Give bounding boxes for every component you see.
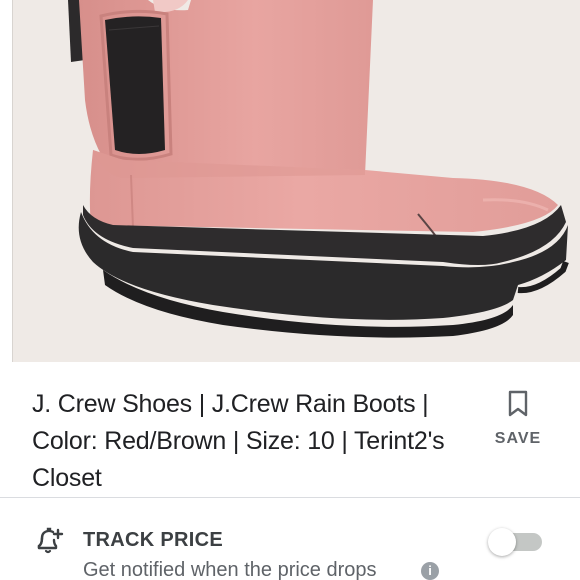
track-price-toggle[interactable] [488,528,544,556]
product-title[interactable]: J. Crew Shoes | J.Crew Rain Boots | Colo… [32,386,492,497]
save-label: SAVE [494,430,542,447]
boot-illustration [13,0,580,362]
product-image[interactable] [12,0,580,362]
bookmark-icon [508,390,528,417]
section-divider [0,497,580,498]
track-price-subtitle: Get notified when the price drops [83,559,377,580]
save-button[interactable]: SAVE [490,390,546,448]
track-price-title: TRACK PRICE [83,529,223,551]
track-price-row[interactable]: TRACK PRICE Get notified when the price … [0,520,580,580]
product-page: J. Crew Shoes | J.Crew Rain Boots | Colo… [0,0,580,580]
price-alert-icon [37,527,64,554]
info-icon[interactable]: i [421,562,439,580]
toggle-knob [488,528,516,556]
